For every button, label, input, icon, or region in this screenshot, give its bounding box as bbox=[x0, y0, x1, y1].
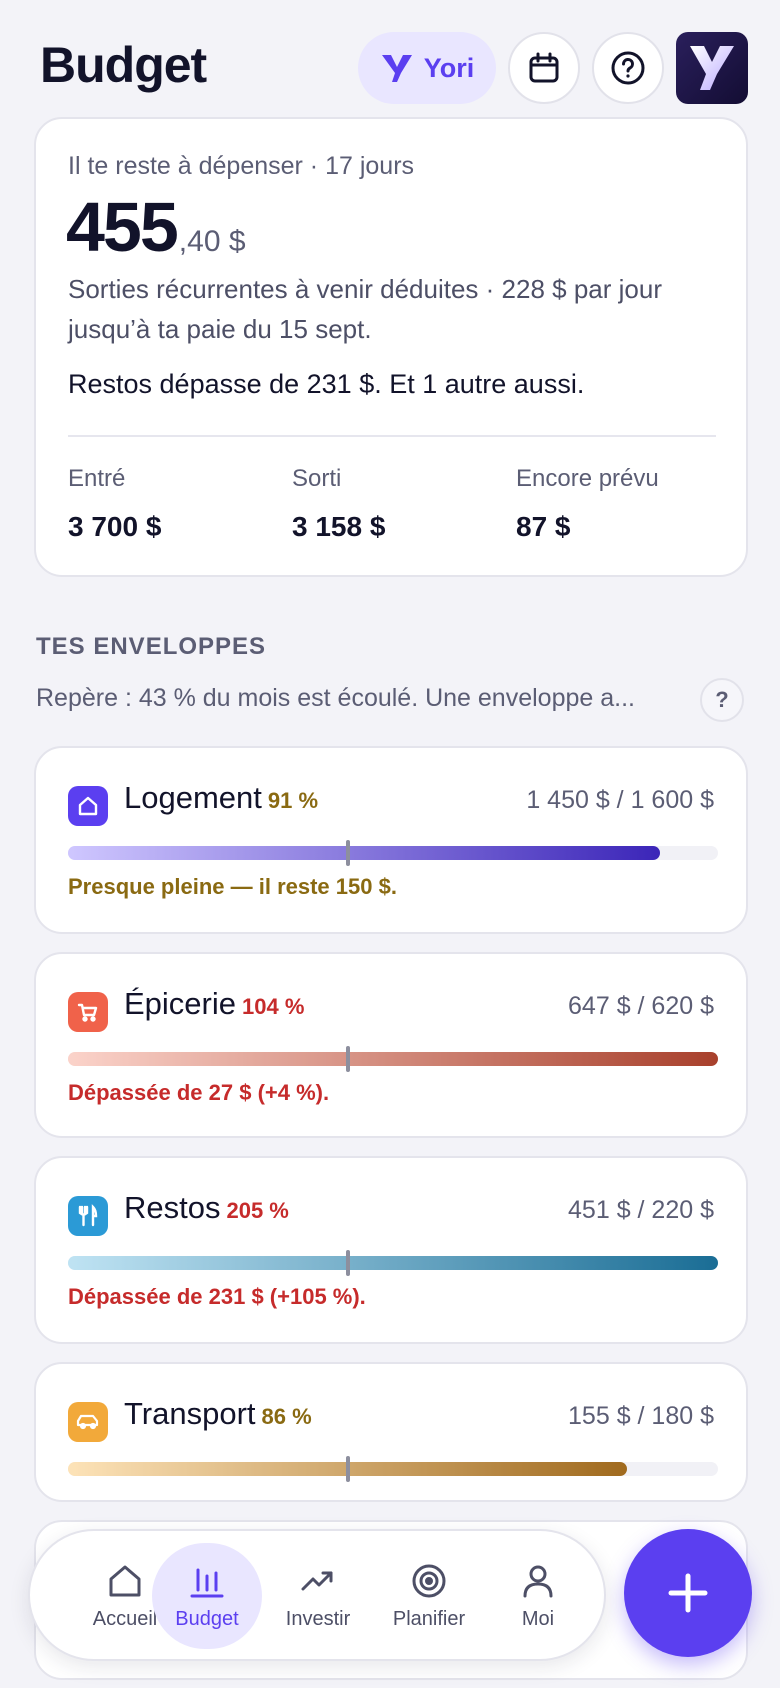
header: Budget Yori bbox=[0, 0, 780, 112]
envelope-progress-track bbox=[68, 840, 718, 866]
month-elapsed-marker bbox=[345, 840, 350, 866]
month-elapsed-marker bbox=[345, 1250, 350, 1276]
envelope-amount: 647 $ / 620 $ bbox=[568, 992, 714, 1020]
calendar-button[interactable] bbox=[508, 32, 580, 104]
stat-value: 3 700 $ bbox=[68, 511, 162, 542]
stat-value: 87 $ bbox=[516, 511, 571, 542]
remaining-label: Il te reste à dépenser · 17 jours bbox=[68, 152, 415, 180]
stat-spent: Sorti 3 158 $ bbox=[292, 465, 385, 543]
help-button[interactable] bbox=[592, 32, 664, 104]
envelope-progress-fill bbox=[68, 846, 660, 860]
envelope-title: Épicerie 104 % bbox=[124, 986, 304, 1022]
remaining-amount-decimals: ,40 $ bbox=[178, 225, 246, 258]
nav-item-planifier[interactable]: Planifier bbox=[374, 1543, 484, 1649]
calendar-icon bbox=[529, 52, 559, 83]
cart-icon bbox=[77, 1003, 98, 1022]
app-logo[interactable] bbox=[676, 32, 748, 104]
stat-label: Sorti bbox=[292, 465, 342, 492]
nav-item-moi[interactable]: Moi bbox=[483, 1543, 593, 1649]
envelope-status: Dépassée de 27 $ (+4 %). bbox=[68, 1080, 330, 1105]
envelope-title: Transport 86 % bbox=[124, 1396, 312, 1432]
envelope-name: Logement bbox=[124, 780, 262, 815]
yori-logo-icon bbox=[381, 55, 412, 82]
envelope-percent: 91 % bbox=[267, 788, 319, 813]
envelope-amount: 451 $ / 220 $ bbox=[568, 1196, 714, 1224]
nav-label: Planifier bbox=[392, 1607, 466, 1630]
envelope-name: Transport bbox=[124, 1396, 256, 1431]
nav-label: Moi bbox=[521, 1607, 555, 1630]
nav-item-budget[interactable]: Budget bbox=[152, 1543, 262, 1649]
target-icon bbox=[412, 1564, 446, 1597]
stat-label: Entré bbox=[68, 465, 126, 492]
envelope-amount: 155 $ / 180 $ bbox=[568, 1402, 714, 1430]
bar-chart-icon bbox=[190, 1568, 224, 1597]
stat-planned: Encore prévu 87 $ bbox=[516, 465, 659, 543]
envelopes-section-title: TES ENVELOPPES bbox=[36, 633, 267, 660]
envelope-icon bbox=[68, 786, 108, 826]
nav-item-investir[interactable]: Investir bbox=[263, 1543, 373, 1649]
home-icon bbox=[78, 796, 98, 816]
remaining-amount-integer: 455 bbox=[66, 188, 179, 266]
divider bbox=[68, 435, 716, 437]
stat-label: Encore prévu bbox=[516, 465, 659, 492]
user-icon bbox=[523, 1565, 553, 1597]
remaining-note: Sorties récurrentes à venir déduites · 2… bbox=[68, 274, 662, 344]
envelope-progress-track bbox=[68, 1250, 718, 1276]
envelope-icon bbox=[68, 992, 108, 1032]
envelope-card-epicerie[interactable]: Épicerie 104 % 647 $ / 620 $ Dépassée de … bbox=[34, 952, 748, 1138]
envelope-progress-track bbox=[68, 1046, 718, 1072]
envelope-progress-track bbox=[68, 1456, 718, 1482]
stat-value: 3 158 $ bbox=[292, 511, 386, 542]
envelope-card-restos[interactable]: Restos 205 % 451 $ / 220 $ Dépassée de 23… bbox=[34, 1156, 748, 1344]
envelope-percent: 205 % bbox=[226, 1198, 289, 1223]
envelope-title: Logement 91 % bbox=[124, 780, 318, 816]
assistant-button[interactable]: Yori bbox=[358, 32, 496, 104]
envelope-status: Dépassée de 231 $ (+105 %). bbox=[68, 1284, 366, 1309]
plus-icon bbox=[668, 1573, 708, 1613]
assistant-label: Yori bbox=[423, 52, 475, 83]
nav-label: Budget bbox=[175, 1607, 239, 1630]
budget-summary-card: Il te reste à dépenser · 17 jours 455 ,4… bbox=[34, 117, 748, 577]
nav-label: Accueil bbox=[92, 1607, 158, 1630]
envelopes-hint[interactable]: Repère : 43 % du mois est écoulé. Une en… bbox=[36, 684, 676, 713]
app-logo-icon bbox=[690, 46, 734, 90]
envelope-percent: 104 % bbox=[242, 994, 305, 1019]
envelope-icon bbox=[68, 1402, 108, 1442]
envelope-name: Restos bbox=[124, 1190, 221, 1225]
month-elapsed-marker bbox=[345, 1456, 350, 1482]
car-icon bbox=[76, 1414, 99, 1430]
month-elapsed-marker bbox=[345, 1046, 350, 1072]
utensils-icon bbox=[78, 1204, 98, 1227]
envelope-icon bbox=[68, 1196, 108, 1236]
page-title: Budget bbox=[40, 37, 207, 93]
stat-income: Entré 3 700 $ bbox=[68, 465, 161, 543]
help-icon bbox=[611, 51, 645, 85]
overspend-alert: Restos dépasse de 231 $. Et 1 autre auss… bbox=[68, 369, 585, 399]
envelopes-help-button[interactable]: ? bbox=[700, 678, 744, 722]
envelope-status: Presque pleine — il reste 150 $. bbox=[68, 874, 397, 899]
envelope-title: Restos 205 % bbox=[124, 1190, 289, 1226]
envelope-amount: 1 450 $ / 1 600 $ bbox=[526, 786, 714, 814]
bottom-navigation: Accueil Budget Investir Planifier Moi bbox=[28, 1529, 606, 1661]
envelope-card-logement[interactable]: Logement 91 % 1 450 $ / 1 600 $ Presque p… bbox=[34, 746, 748, 934]
trending-up-icon bbox=[301, 1571, 333, 1590]
envelope-card-transport[interactable]: Transport 86 % 155 $ / 180 $ bbox=[34, 1362, 748, 1502]
home-icon bbox=[109, 1565, 141, 1596]
envelope-percent: 86 % bbox=[261, 1404, 312, 1429]
envelope-progress-fill bbox=[68, 1052, 718, 1066]
add-transaction-button[interactable] bbox=[624, 1529, 752, 1657]
nav-label: Investir bbox=[285, 1607, 351, 1630]
remaining-amount: 455 ,40 $ bbox=[66, 187, 246, 267]
envelope-progress-fill bbox=[68, 1256, 718, 1270]
envelope-name: Épicerie bbox=[124, 986, 236, 1021]
